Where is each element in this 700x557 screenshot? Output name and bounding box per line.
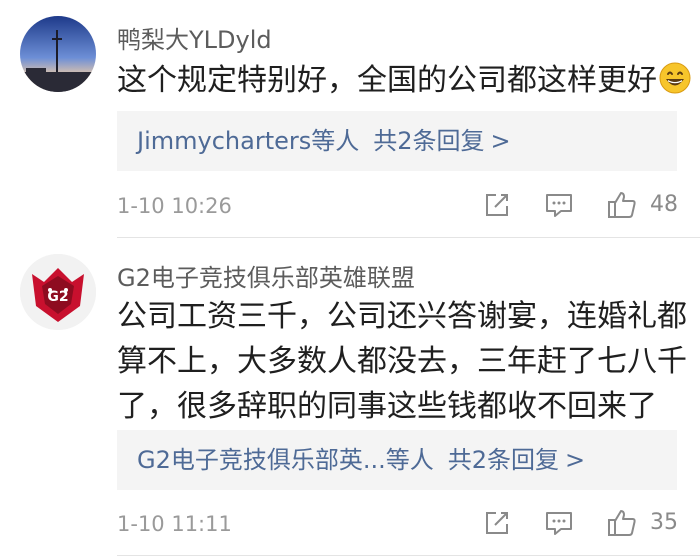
- share-icon[interactable]: [482, 190, 512, 220]
- avatar[interactable]: G2: [20, 254, 96, 330]
- comment-item: 鸭梨大YLDyld 这个规定特别好，全国的公司都这样更好 Jimmycharte…: [0, 0, 700, 238]
- thumbs-up-icon[interactable]: [607, 190, 637, 220]
- thumbs-up-icon[interactable]: [607, 508, 637, 538]
- reply-count: 共2条回复: [373, 127, 485, 155]
- divider: [117, 555, 700, 556]
- comment-line: 了，很多辞职的同事这些钱都收不回来了: [117, 389, 657, 424]
- username[interactable]: 鸭梨大YLDyld: [117, 20, 272, 55]
- view-replies-button[interactable]: G2电子竞技俱乐部英...等人 共2条回复 >: [117, 430, 677, 490]
- timestamp: 1-10 10:26: [117, 194, 232, 218]
- comment-text: 这个规定特别好，全国的公司都这样更好: [117, 58, 691, 103]
- comment-icon[interactable]: [544, 508, 574, 538]
- comment-item: G2 G2电子竞技俱乐部英雄联盟 公司工资三千，公司还兴答谢宴，连婚礼都 算不上，…: [0, 238, 700, 557]
- comment-meta: 1-10 10:26 48: [117, 186, 700, 226]
- reply-usernames: Jimmycharters: [137, 127, 312, 155]
- like-count: 35: [650, 510, 678, 535]
- reply-suffix: 等人: [311, 127, 360, 155]
- comment-icon[interactable]: [544, 190, 574, 220]
- reply-suffix: 等人: [385, 446, 434, 474]
- timestamp: 1-10 11:11: [117, 512, 232, 536]
- grinning-face-emoji: [659, 62, 691, 94]
- comment-line: 算不上，大多数人都没去，三年赶了七八千: [117, 344, 687, 379]
- chevron-right-icon: >: [490, 127, 511, 155]
- share-icon[interactable]: [482, 508, 512, 538]
- like-count: 48: [650, 192, 678, 217]
- view-replies-button[interactable]: Jimmycharters等人 共2条回复 >: [117, 111, 677, 171]
- comment-meta: 1-10 11:11 35: [117, 504, 700, 544]
- reply-usernames: G2电子竞技俱乐部英...: [137, 446, 386, 474]
- avatar[interactable]: [20, 16, 96, 92]
- comment-line: 公司工资三千，公司还兴答谢宴，连婚礼都: [117, 299, 687, 334]
- reply-count: 共2条回复: [447, 446, 560, 474]
- comment-line: 这个规定特别好，全国的公司都这样更好: [117, 63, 657, 98]
- username[interactable]: G2电子竞技俱乐部英雄联盟: [117, 258, 415, 293]
- chevron-right-icon: >: [565, 446, 586, 474]
- comment-text: 公司工资三千，公司还兴答谢宴，连婚礼都 算不上，大多数人都没去，三年赶了七八千 了，…: [117, 294, 687, 429]
